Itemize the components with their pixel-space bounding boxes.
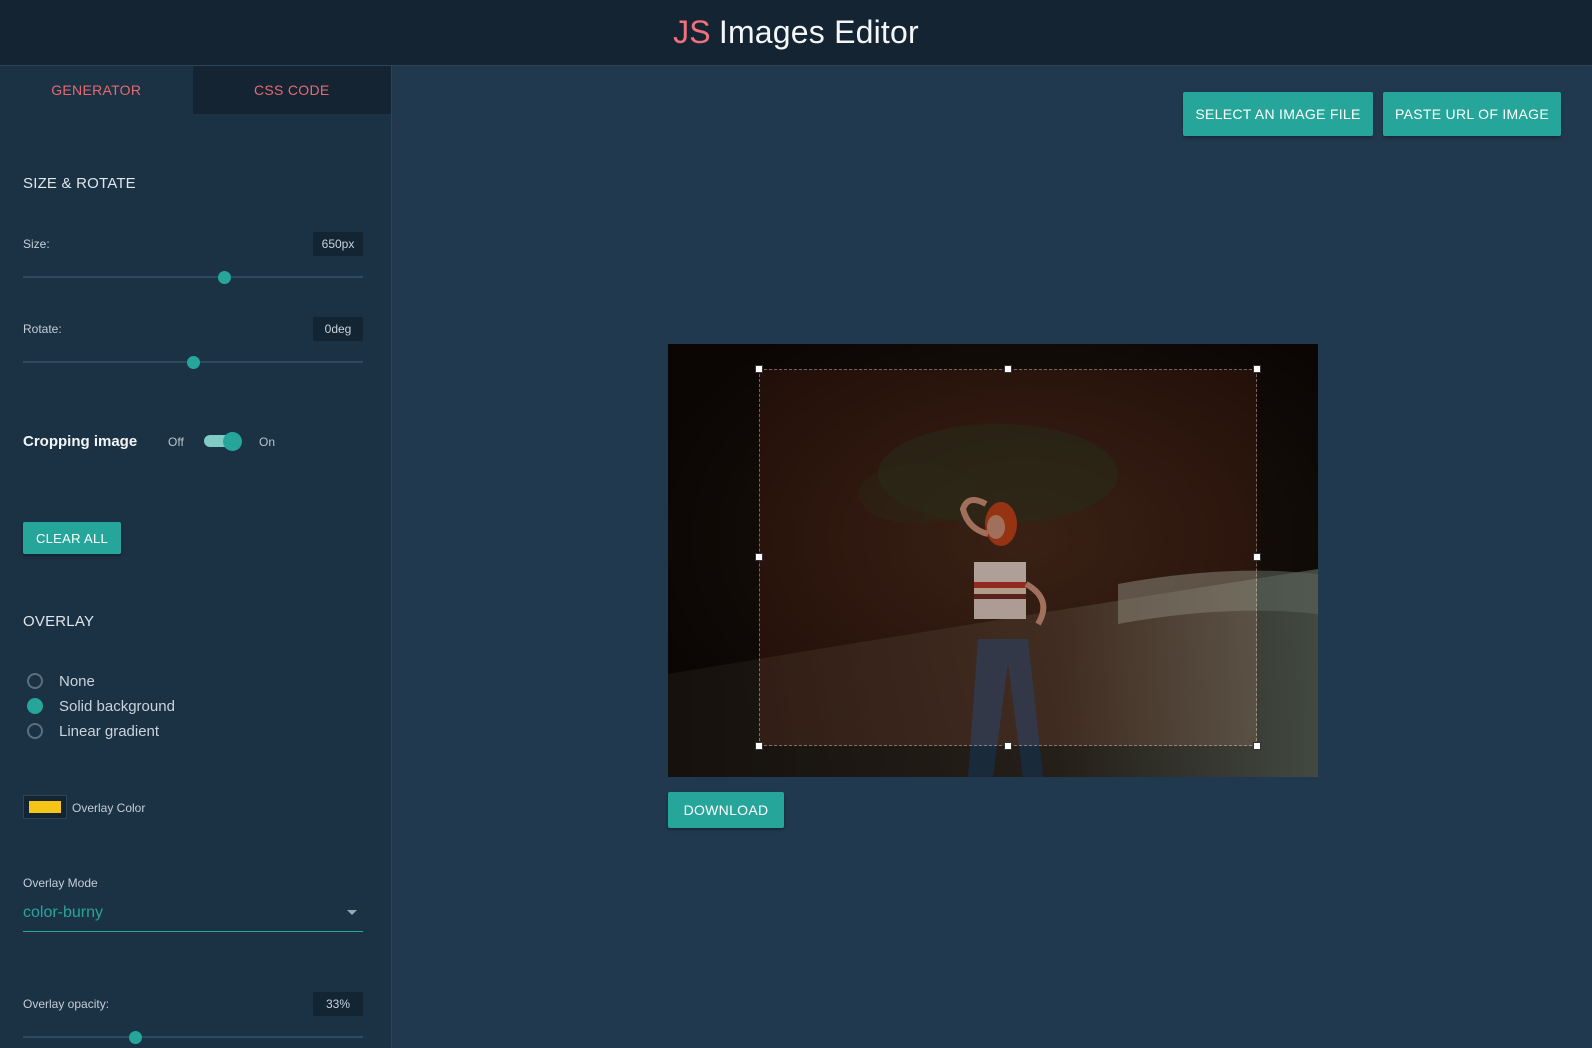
size-value: 650px bbox=[313, 232, 363, 256]
tab-css-code[interactable]: CSS CODE bbox=[192, 66, 391, 114]
overlay-option-label: None bbox=[59, 672, 95, 690]
crop-handle-icon[interactable] bbox=[755, 553, 763, 561]
crop-handle-icon[interactable] bbox=[755, 742, 763, 750]
tab-generator[interactable]: GENERATOR bbox=[0, 66, 193, 114]
size-label: Size: bbox=[23, 237, 50, 251]
radio-linear-gradient[interactable] bbox=[27, 723, 43, 739]
download-button[interactable]: DOWNLOAD bbox=[668, 792, 784, 828]
overlay-opacity-value: 33% bbox=[313, 992, 363, 1016]
size-slider[interactable] bbox=[23, 270, 363, 284]
settings-sidebar: GENERATOR CSS CODE SIZE & ROTATE Size: 6… bbox=[0, 66, 392, 1048]
rotate-slider-thumb[interactable] bbox=[187, 356, 200, 369]
app-header: JS Images Editor bbox=[0, 0, 1592, 66]
overlay-color-label: Overlay Color bbox=[72, 801, 146, 815]
overlay-mode-value: color-burny bbox=[23, 904, 104, 921]
crop-handle-icon[interactable] bbox=[1253, 365, 1261, 373]
cropping-off-label: Off bbox=[168, 435, 184, 449]
rotate-label: Rotate: bbox=[23, 322, 62, 336]
radio-none[interactable] bbox=[27, 673, 43, 689]
overlay-option-gradient[interactable]: Linear gradient bbox=[27, 721, 159, 741]
crop-handle-icon[interactable] bbox=[1004, 365, 1012, 373]
rotate-slider[interactable] bbox=[23, 355, 363, 369]
overlay-color-swatch bbox=[29, 801, 61, 813]
overlay-option-label: Linear gradient bbox=[59, 722, 160, 740]
cropping-toggle-knob bbox=[223, 432, 242, 451]
paste-url-button[interactable]: PASTE URL OF IMAGE bbox=[1383, 92, 1561, 136]
app-title-prefix: JS bbox=[673, 14, 711, 50]
rotate-value: 0deg bbox=[313, 317, 363, 341]
cropping-toggle[interactable] bbox=[204, 432, 242, 451]
sidebar-tabs: GENERATOR CSS CODE bbox=[0, 66, 391, 114]
cropping-label: Cropping image bbox=[23, 433, 138, 450]
overlay-color-picker[interactable] bbox=[23, 795, 67, 819]
clear-all-button[interactable]: CLEAR ALL bbox=[23, 522, 121, 554]
size-slider-track bbox=[23, 276, 363, 278]
overlay-mode-label: Overlay Mode bbox=[23, 876, 98, 890]
overlay-opacity-thumb[interactable] bbox=[129, 1031, 143, 1044]
overlay-opacity-label: Overlay opacity: bbox=[23, 997, 110, 1011]
cropping-row: Cropping image Off On bbox=[23, 429, 363, 453]
cropping-on-label: On bbox=[259, 435, 276, 449]
overlay-title: OVERLAY bbox=[23, 613, 95, 630]
size-rotate-title: SIZE & ROTATE bbox=[23, 175, 136, 192]
size-slider-thumb[interactable] bbox=[217, 271, 231, 284]
overlay-mode-select[interactable]: color-burny bbox=[23, 898, 363, 932]
image-preview[interactable] bbox=[668, 344, 1318, 777]
crop-selection[interactable] bbox=[759, 369, 1257, 746]
app-title-text: Images Editor bbox=[718, 14, 919, 50]
overlay-option-label: Solid background bbox=[59, 697, 175, 715]
overlay-opacity-track bbox=[23, 1036, 363, 1038]
overlay-option-solid[interactable]: Solid background bbox=[27, 696, 175, 716]
app-title: JS Images Editor bbox=[673, 14, 919, 51]
crop-handle-icon[interactable] bbox=[1004, 742, 1012, 750]
radio-solid-background[interactable] bbox=[27, 698, 43, 714]
overlay-option-none[interactable]: None bbox=[27, 671, 95, 691]
select-image-file-button[interactable]: SELECT AN IMAGE FILE bbox=[1183, 92, 1373, 136]
crop-handle-icon[interactable] bbox=[1253, 553, 1261, 561]
crop-handle-icon[interactable] bbox=[1253, 742, 1261, 750]
overlay-opacity-slider[interactable] bbox=[23, 1030, 363, 1044]
crop-handle-icon[interactable] bbox=[755, 365, 763, 373]
caret-down-icon bbox=[347, 910, 357, 915]
